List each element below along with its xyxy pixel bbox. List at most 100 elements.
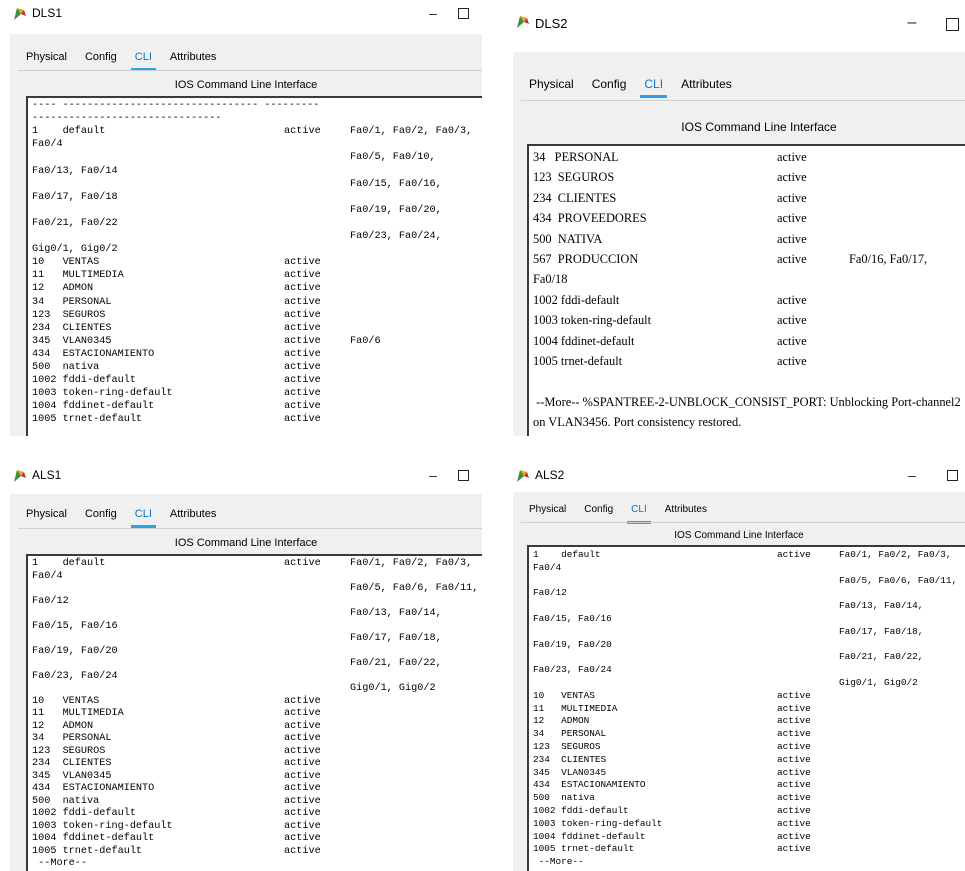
cli-terminal[interactable]: 1 default active Fa0/1, Fa0/2, Fa0/3, Fa0/4…	[26, 554, 482, 871]
cli-output-line: 10 VENTAS active	[32, 257, 482, 268]
device-panel: Physical Config CLI Attributes IOS Comma…	[10, 494, 482, 871]
vlan-name-cell: Fa0/18	[533, 272, 568, 287]
cli-output-line: 12 ADMON active	[32, 721, 482, 732]
maximize-button[interactable]	[450, 2, 476, 24]
tab-cli[interactable]: CLI	[127, 47, 160, 71]
tab-config[interactable]: Config	[77, 47, 125, 69]
tab-physical[interactable]: Physical	[521, 74, 582, 96]
tab-cli[interactable]: CLI	[623, 500, 655, 524]
vlan-name-cell: 1005 trnet-default	[533, 354, 623, 368]
tab-config[interactable]: Config	[584, 74, 635, 96]
vlan-name-cell: --More--	[32, 858, 88, 869]
vlan-name-cell: 434 ESTACIONAMIENTO	[533, 779, 646, 791]
vlan-name-cell: 345 VLAN0345	[32, 335, 112, 347]
maximize-button[interactable]	[450, 464, 476, 486]
vlan-name-cell: 34 PERSONAL	[32, 733, 112, 744]
cli-terminal[interactable]: ---- -------------------------------- --…	[26, 96, 482, 436]
tab-cli[interactable]: CLI	[127, 504, 160, 528]
vlan-status-cell: active	[777, 753, 811, 765]
tab-bar: Physical Config CLI Attributes	[18, 47, 224, 71]
vlan-status-cell: active	[284, 845, 321, 857]
tab-physical[interactable]: Physical	[18, 47, 75, 69]
vlan-ports-cell: Fa0/23, Fa0/24,	[350, 231, 442, 242]
maximize-button[interactable]	[939, 464, 965, 486]
title-bar[interactable]: ALS2 –	[507, 462, 965, 490]
vlan-name-cell: 1003 token-ring-default	[533, 313, 652, 328]
tab-config[interactable]: Config	[576, 500, 621, 522]
cli-output-line: Fa0/19, Fa0/20	[32, 646, 482, 657]
cli-output-line: Fa0/17, Fa0/18	[32, 192, 482, 203]
vlan-ports-cell: Fa0/13, Fa0/14,	[839, 600, 924, 612]
tab-physical[interactable]: Physical	[521, 500, 574, 522]
cli-terminal[interactable]: 34 PERSONAL active 123 SEGUROS active 234 CL…	[527, 144, 965, 436]
cli-output-line: 1002 fddi-default active	[32, 375, 482, 386]
vlan-status-cell: active	[284, 720, 321, 732]
vlan-name-cell: -------------------------------	[32, 113, 222, 125]
tab-attributes[interactable]: Attributes	[162, 47, 224, 69]
vlan-name-cell: 34 PERSONAL	[533, 150, 619, 164]
minimize-button[interactable]: –	[420, 2, 446, 24]
tab-attributes[interactable]: Attributes	[673, 74, 740, 96]
cli-output-line: 1004 fddinet-default active	[533, 831, 965, 842]
vlan-ports-cell: Fa0/21, Fa0/22,	[839, 651, 924, 663]
maximize-button[interactable]	[939, 12, 965, 34]
minimize-button[interactable]: –	[899, 12, 925, 34]
cli-terminal[interactable]: 1 default active Fa0/1, Fa0/2, Fa0/3, Fa0/4…	[527, 545, 965, 871]
vlan-status-cell: active	[284, 414, 321, 426]
vlan-name-cell: Gig0/1, Gig0/2	[32, 244, 118, 256]
tab-physical[interactable]: Physical	[18, 504, 75, 526]
tab-divider	[18, 70, 482, 71]
title-bar[interactable]: DLS2 –	[507, 0, 965, 46]
cli-output-line: 1005 trnet-default active	[533, 354, 965, 369]
tab-config[interactable]: Config	[77, 504, 125, 526]
vlan-status-cell: active	[284, 401, 321, 413]
vlan-status-cell: active	[284, 558, 321, 569]
title-bar[interactable]: DLS1 –	[4, 0, 482, 28]
vlan-ports-cell: Gig0/1, Gig0/2	[839, 677, 918, 688]
tab-cli[interactable]: CLI	[636, 74, 671, 98]
vlan-status-cell: active	[777, 805, 811, 816]
cli-output-line: on VLAN3456. Port consistency restored.	[533, 415, 965, 430]
vlan-name-cell: 1002 fddi-default	[533, 292, 620, 307]
vlan-name-cell: 123 SEGUROS	[32, 309, 106, 321]
minimize-button[interactable]: –	[899, 464, 925, 486]
vlan-name-cell: 123 SEGUROS	[32, 745, 106, 757]
vlan-name-cell: 1004 fddinet-default	[32, 833, 155, 844]
vlan-name-cell: Fa0/12	[32, 595, 69, 607]
vlan-name-cell: 34 PERSONAL	[533, 728, 607, 740]
title-bar[interactable]: ALS1 –	[4, 462, 482, 490]
tab-attributes[interactable]: Attributes	[162, 504, 224, 526]
vlan-name-cell: Fa0/23, Fa0/24	[533, 664, 612, 676]
cli-output-line: 123 SEGUROS active	[32, 310, 482, 321]
vlan-name-cell: 10 VENTAS	[32, 695, 100, 707]
vlan-name-cell: 500 nativa	[32, 795, 100, 807]
vlan-status-cell: active	[284, 708, 321, 719]
tab-attributes[interactable]: Attributes	[657, 500, 715, 522]
vlan-name-cell: --More--	[533, 856, 584, 868]
vlan-ports-cell: Fa0/13, Fa0/14,	[350, 608, 442, 619]
vlan-status-cell: active	[284, 283, 321, 295]
minimize-button[interactable]: –	[420, 464, 446, 486]
vlan-status-cell: active	[777, 252, 807, 266]
cli-output-line: 1004 fddinet-default active	[32, 833, 482, 844]
vlan-name-cell: 500 nativa	[32, 362, 100, 373]
maximize-icon	[457, 470, 469, 481]
vlan-status-cell: active	[777, 354, 807, 368]
vlan-name-cell: 1004 fddinet-default	[533, 333, 635, 348]
cli-output-line: 234 CLIENTES active	[32, 323, 482, 334]
vlan-status-cell: active	[284, 808, 321, 819]
vlan-name-cell: 1 default	[533, 549, 601, 560]
cli-output-line: 1003 token-ring-default active	[32, 821, 482, 832]
vlan-name-cell: 10 VENTAS	[533, 689, 595, 701]
vlan-name-cell: 234 CLIENTES	[533, 753, 607, 765]
vlan-name-cell: Fa0/19, Fa0/20	[533, 638, 612, 650]
vlan-ports-cell: Fa0/6	[350, 335, 381, 347]
ios-cli-heading: IOS Command Line Interface	[174, 79, 318, 91]
vlan-status-cell: active	[777, 779, 811, 791]
vlan-name-cell: 11 MULTIMEDIA	[32, 270, 124, 282]
device-panel: Physical Config CLI Attributes IOS Comma…	[513, 492, 965, 871]
cli-output-line: 345 VLAN0345 active	[32, 771, 482, 782]
vlan-name-cell: Fa0/23, Fa0/24	[32, 670, 118, 682]
vlan-status-cell: active	[777, 792, 811, 804]
vlan-name-cell: 1 default	[32, 126, 106, 138]
